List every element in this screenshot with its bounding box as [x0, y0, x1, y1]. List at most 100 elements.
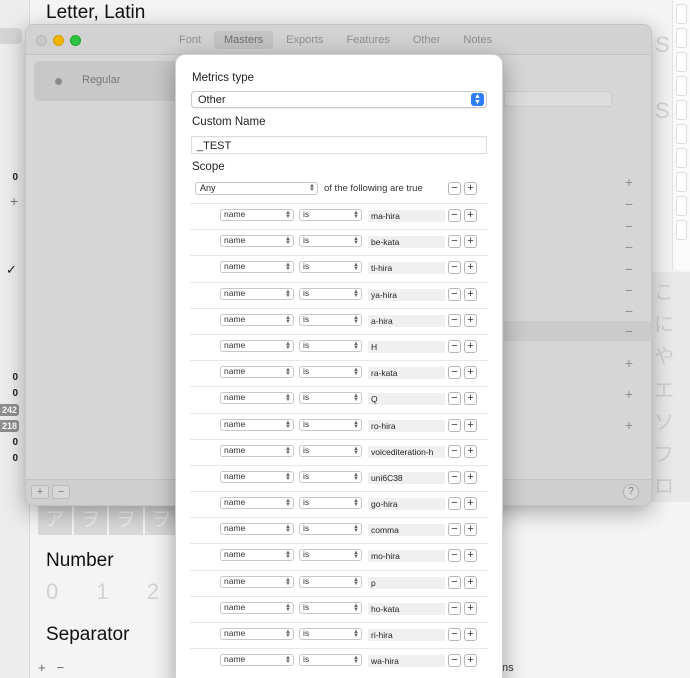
remove-rule-button[interactable]: −	[448, 575, 461, 589]
remove-rule-button[interactable]: −	[448, 470, 461, 484]
help-button[interactable]: ?	[623, 484, 639, 500]
glyph-cell[interactable]: フ	[654, 438, 674, 467]
add-rule-button[interactable]: +	[464, 575, 477, 589]
rule-value-field[interactable]: ho-kata	[368, 602, 445, 615]
rule-value-field[interactable]: H	[368, 340, 445, 353]
master-field[interactable]	[504, 91, 612, 107]
remove-scope-button[interactable]: −	[448, 182, 461, 195]
rule-field-select[interactable]: name ▲ ▼	[220, 497, 294, 510]
tab-notes[interactable]: Notes	[453, 31, 502, 49]
rule-operator-select[interactable]: is ▲ ▼	[299, 313, 362, 326]
rule-field-select[interactable]: name ▲ ▼	[220, 549, 294, 562]
rule-operator-select[interactable]: is ▲ ▼	[299, 287, 362, 300]
rule-operator-select[interactable]: is ▲ ▼	[299, 366, 362, 379]
rule-operator-select[interactable]: is ▲ ▼	[299, 339, 362, 352]
remove-icon[interactable]: −	[622, 239, 636, 255]
remove-rule-button[interactable]: −	[448, 418, 461, 432]
glyph-cell[interactable]: ロ	[654, 470, 674, 499]
rule-operator-select[interactable]: is ▲ ▼	[299, 444, 362, 457]
rule-operator-select[interactable]: is ▲ ▼	[299, 418, 362, 431]
sidebar-selection[interactable]	[0, 28, 22, 44]
rule-value-field[interactable]: Q	[368, 393, 445, 406]
rule-operator-select[interactable]: is ▲ ▼	[299, 235, 362, 248]
rule-value-field[interactable]: ri-hira	[368, 629, 445, 641]
rule-operator-select[interactable]: is ▲ ▼	[299, 470, 362, 483]
add-rule-button[interactable]: +	[464, 601, 477, 615]
remove-icon[interactable]: −	[622, 261, 636, 277]
remove-icon[interactable]: −	[622, 323, 636, 339]
rule-operator-select[interactable]: is ▲ ▼	[299, 549, 362, 562]
glyph-cell[interactable]: に	[654, 308, 674, 337]
rule-field-select[interactable]: name ▲ ▼	[220, 418, 294, 431]
rule-field-select[interactable]: name ▲ ▼	[220, 261, 294, 274]
rule-value-field[interactable]: uni6C38	[368, 471, 445, 484]
add-icon[interactable]: +	[622, 386, 636, 402]
add-rule-button[interactable]: +	[464, 313, 477, 327]
rule-field-select[interactable]: name ▲ ▼	[220, 523, 294, 536]
rule-field-select[interactable]: name ▲ ▼	[220, 339, 294, 352]
rule-field-select[interactable]: name ▲ ▼	[220, 575, 294, 588]
zoom-window-icon[interactable]	[70, 35, 81, 46]
rule-value-field[interactable]: a-hira	[368, 314, 445, 327]
rule-operator-select[interactable]: is ▲ ▼	[299, 392, 362, 405]
rule-value-field[interactable]: wa-hira	[368, 655, 445, 668]
remove-rule-button[interactable]: −	[448, 287, 461, 301]
add-rule-button[interactable]: +	[464, 497, 477, 511]
close-window-icon[interactable]	[36, 35, 47, 46]
metrics-type-select[interactable]: Other ▲ ▼	[191, 91, 487, 108]
rule-value-field[interactable]: ra-kata	[368, 367, 445, 380]
remove-icon[interactable]: −	[622, 303, 636, 319]
rule-value-field[interactable]: ti-hira	[368, 262, 445, 275]
remove-icon[interactable]: −	[622, 196, 636, 212]
rule-operator-select[interactable]: is ▲ ▼	[299, 497, 362, 510]
tab-font[interactable]: Font	[169, 31, 211, 49]
rule-field-select[interactable]: name ▲ ▼	[220, 470, 294, 483]
remove-rule-button[interactable]: −	[448, 628, 461, 641]
rule-operator-select[interactable]: is ▲ ▼	[299, 628, 362, 640]
remove-icon[interactable]: −	[622, 282, 636, 298]
glyph-cell[interactable]: こ	[654, 276, 674, 305]
scope-match-select[interactable]: Any ▲ ▼	[195, 182, 318, 195]
remove-rule-button[interactable]: −	[448, 549, 461, 563]
rule-field-select[interactable]: name ▲ ▼	[220, 392, 294, 405]
add-rule-button[interactable]: +	[464, 287, 477, 301]
glyph-cell[interactable]: ア	[38, 505, 72, 535]
remove-button[interactable]: −	[56, 660, 64, 675]
add-rule-button[interactable]: +	[464, 523, 477, 537]
add-rule-button[interactable]: +	[464, 261, 477, 275]
add-icon[interactable]: +	[622, 174, 636, 190]
rule-field-select[interactable]: name ▲ ▼	[220, 235, 294, 248]
remove-rule-button[interactable]: −	[448, 209, 461, 222]
rule-value-field[interactable]: be-kata	[368, 236, 445, 249]
rule-operator-select[interactable]: is ▲ ▼	[299, 261, 362, 274]
add-icon[interactable]: +	[10, 193, 18, 209]
rule-field-select[interactable]: name ▲ ▼	[220, 287, 294, 300]
remove-rule-button[interactable]: −	[448, 444, 461, 458]
rule-value-field[interactable]: mo-hira	[368, 550, 445, 563]
rule-operator-select[interactable]: is ▲ ▼	[299, 601, 362, 614]
add-rule-button[interactable]: +	[464, 392, 477, 406]
add-button[interactable]: +	[38, 660, 46, 675]
rule-value-field[interactable]: voicediteration-h	[368, 445, 445, 458]
rule-value-field[interactable]: ro-hira	[368, 419, 445, 432]
glyph-cell[interactable]: ヲ	[109, 505, 143, 535]
add-rule-button[interactable]: +	[464, 654, 477, 668]
remove-rule-button[interactable]: −	[448, 497, 461, 511]
add-rule-button[interactable]: +	[464, 549, 477, 563]
glyph-cell[interactable]: ヲ	[73, 505, 107, 535]
rule-value-field[interactable]: comma	[368, 524, 445, 537]
remove-rule-button[interactable]: −	[448, 601, 461, 615]
rule-field-select[interactable]: name ▲ ▼	[220, 313, 294, 326]
tab-exports[interactable]: Exports	[276, 31, 333, 49]
add-rule-button[interactable]: +	[464, 470, 477, 484]
rule-value-field[interactable]: p	[368, 576, 445, 589]
rule-value-field[interactable]: ya-hira	[368, 288, 445, 301]
add-rule-button[interactable]: +	[464, 235, 477, 249]
rule-field-select[interactable]: name ▲ ▼	[220, 366, 294, 379]
remove-rule-button[interactable]: −	[448, 261, 461, 275]
rule-operator-select[interactable]: is ▲ ▼	[299, 654, 362, 667]
remove-rule-button[interactable]: −	[448, 235, 461, 249]
remove-rule-button[interactable]: −	[448, 392, 461, 406]
glyph-cell[interactable]: エ	[654, 374, 674, 403]
remove-rule-button[interactable]: −	[448, 339, 461, 353]
